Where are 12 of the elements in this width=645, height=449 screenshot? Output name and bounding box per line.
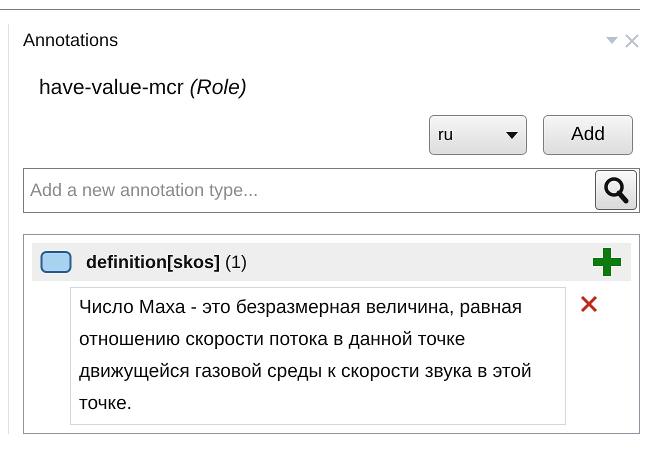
plus-icon[interactable] <box>593 248 621 276</box>
search-field[interactable]: Add a new annotation type... <box>23 168 640 213</box>
annotation-type-label: definition[skos] (1) <box>86 250 248 274</box>
add-button[interactable]: Add <box>543 115 633 155</box>
annotation-value-field[interactable]: Число Маха - это безразмерная величина, равная отношению скорости потока в данной точке движущейся газовой среды к скорости звука в этой точке. <box>70 287 566 425</box>
entity-title: have-value-mcr (Role) <box>39 76 247 98</box>
delete-icon[interactable] <box>580 295 598 313</box>
checkbox-icon[interactable] <box>40 250 72 274</box>
language-dropdown[interactable]: ru <box>429 115 527 155</box>
caret-icon <box>506 132 518 138</box>
search-icon[interactable] <box>595 170 637 210</box>
panel-title: Annotations <box>23 29 118 52</box>
